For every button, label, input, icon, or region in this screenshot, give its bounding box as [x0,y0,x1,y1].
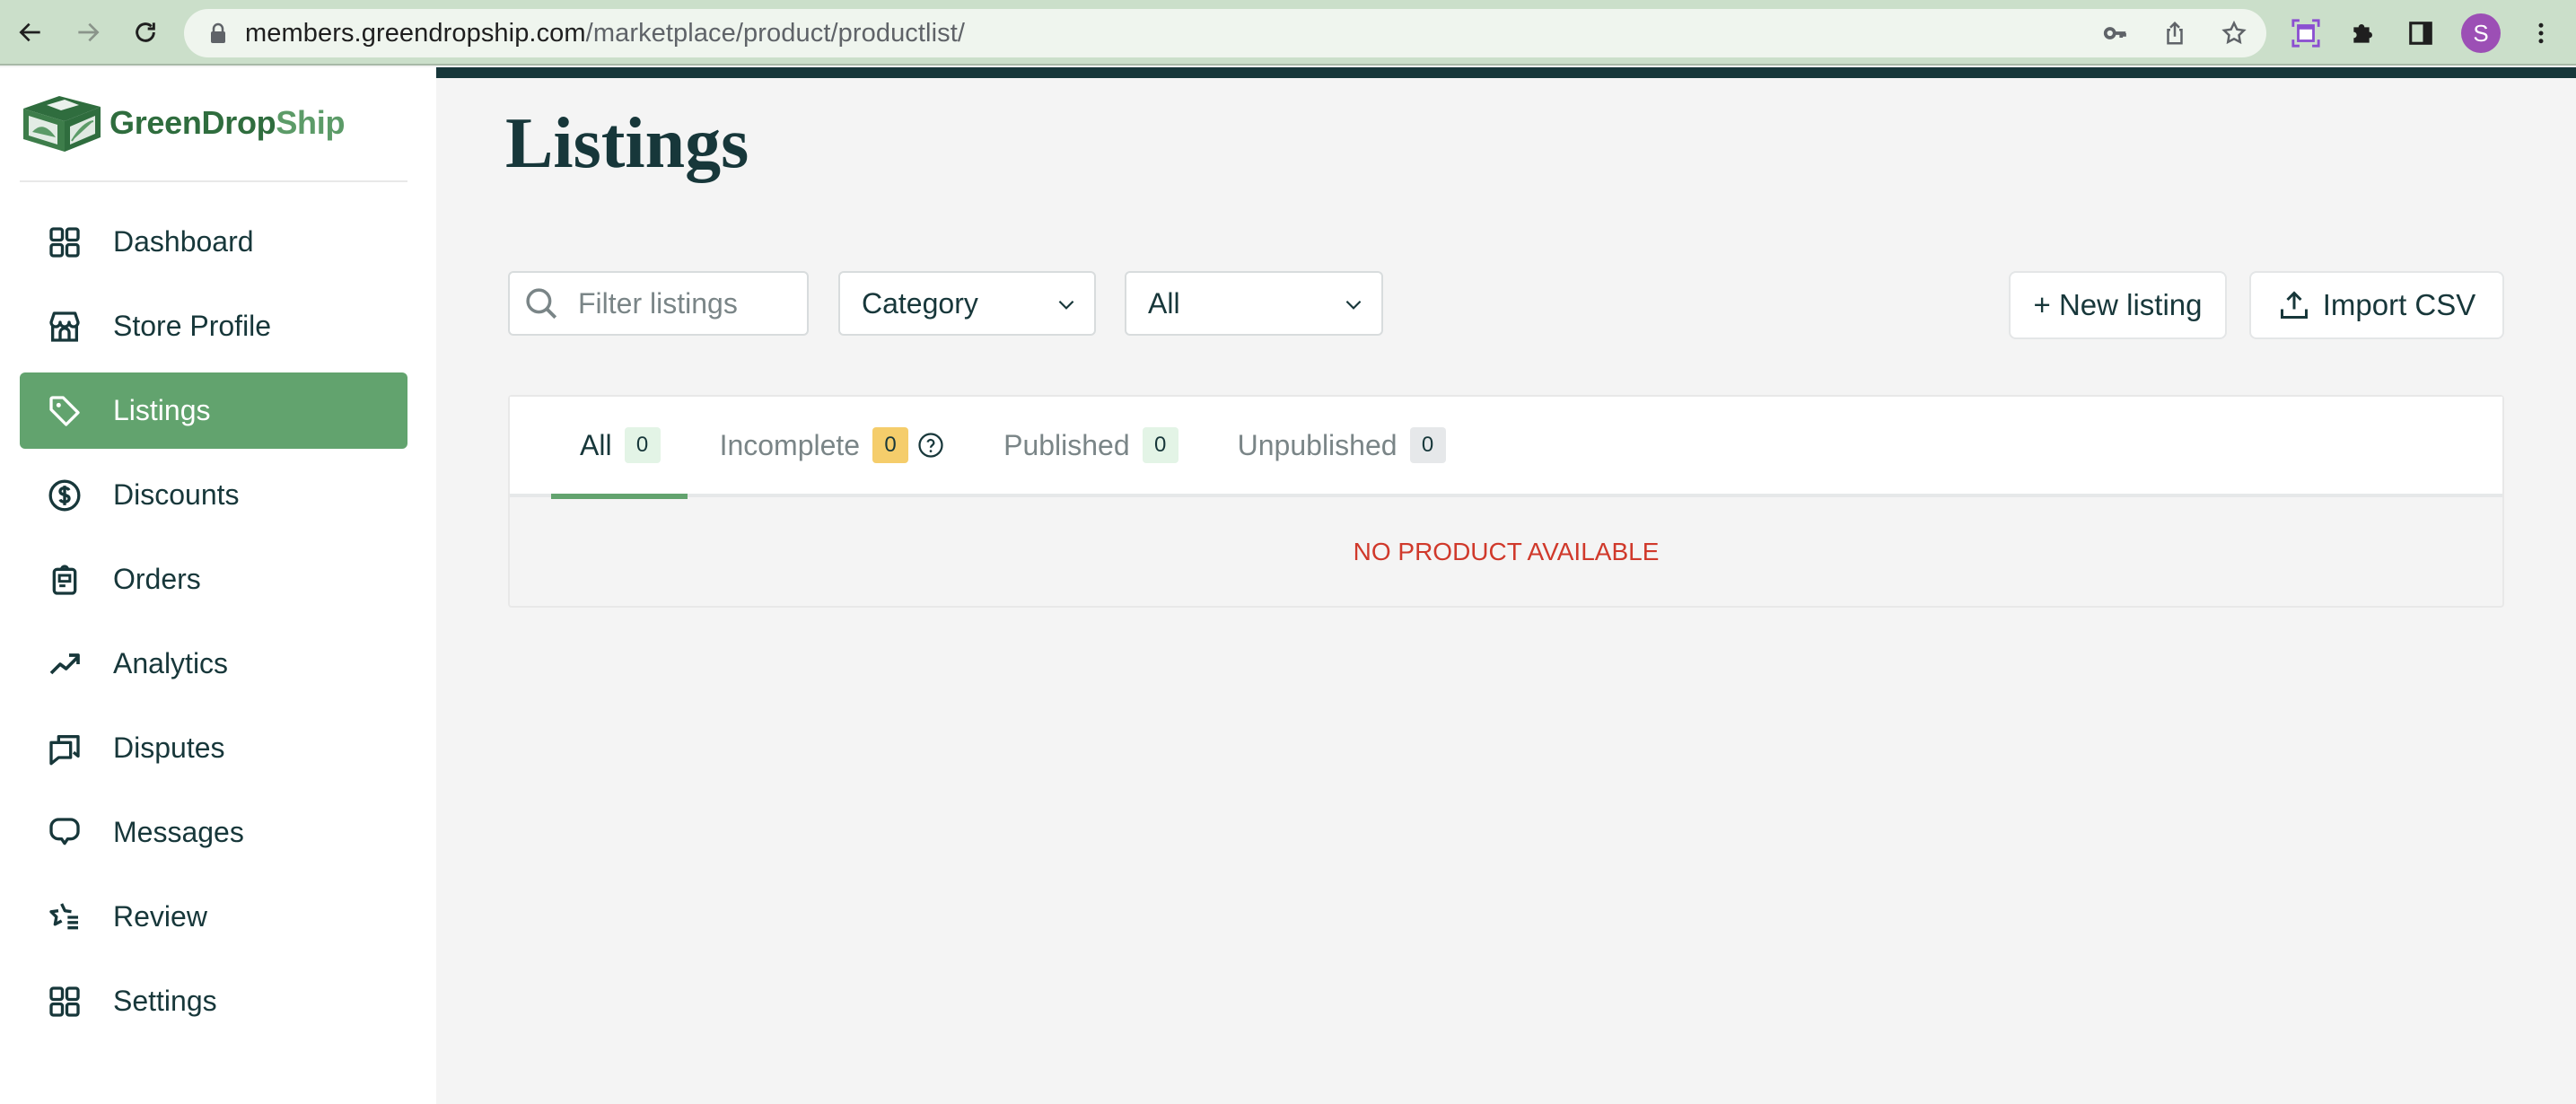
tab-published[interactable]: Published 0 [1003,395,1178,495]
status-select-value: All [1148,286,1180,320]
sidebar-item-label: Store Profile [113,310,272,342]
store-icon [47,309,83,345]
url-text: members.greendropship.com/marketplace/pr… [245,18,966,48]
sidebar-item-disputes[interactable]: Disputes [20,710,407,786]
sidebar-divider [20,180,407,182]
count-badge: 0 [1409,427,1446,463]
logo-box-icon [23,96,101,152]
sidebar-item-analytics[interactable]: Analytics [20,626,407,702]
count-badge: 0 [1142,427,1178,463]
tab-label: Unpublished [1237,428,1398,461]
status-select[interactable]: All [1125,271,1383,336]
new-listing-label: + New listing [2033,288,2203,321]
top-header-bar [436,67,2576,78]
sidebar-item-label: Messages [113,816,244,848]
reload-icon[interactable] [126,13,165,52]
category-select[interactable]: Category [838,271,1096,336]
share-icon[interactable] [2160,19,2189,48]
import-csv-label: Import CSV [2322,288,2476,321]
search-icon [526,288,557,320]
listings-card: All 0 Incomplete 0 Published 0 Unpublish… [508,395,2504,608]
help-circle-icon[interactable] [917,432,944,459]
sidebar-item-messages[interactable]: Messages [20,794,407,871]
clipboard-icon [47,562,83,598]
chevron-down-icon [1058,300,1074,310]
sidebar-item-review[interactable]: Review [20,879,407,955]
sidebar-item-label: Discounts [113,478,240,511]
message-bubble-icon [47,815,83,851]
tab-unpublished[interactable]: Unpublished 0 [1238,395,1446,495]
sidebar-item-label: Dashboard [113,225,254,258]
extensions-icon[interactable] [2346,16,2380,50]
upload-icon [2280,291,2308,319]
tab-incomplete[interactable]: Incomplete 0 [720,395,945,495]
sidebar-item-label: Settings [113,985,217,1017]
grid-icon [47,224,83,260]
star-icon[interactable] [2220,19,2248,48]
sidebar-item-label: Review [113,900,207,933]
tab-all[interactable]: All 0 [551,395,687,499]
search-field[interactable] [508,271,809,336]
key-icon[interactable] [2101,19,2130,48]
tag-icon [47,393,83,429]
chevron-down-icon [1345,300,1362,310]
sidebar-item-settings[interactable]: Settings [20,963,407,1039]
side-panel-icon[interactable] [2404,16,2438,50]
empty-state-message: NO PRODUCT AVAILABLE [1353,537,1660,565]
sidebar-item-orders[interactable]: Orders [20,541,407,618]
sidebar-item-dashboard[interactable]: Dashboard [20,204,407,280]
new-listing-button[interactable]: + New listing [2009,271,2227,339]
star-list-icon [47,899,83,935]
back-arrow-icon[interactable] [11,13,50,52]
grid-icon [47,984,83,1020]
avatar[interactable]: S [2461,13,2501,53]
sidebar-item-label: Analytics [113,647,229,679]
sidebar: GreenDropShip Dashboard Store Profile Li… [0,67,436,1104]
address-bar[interactable]: members.greendropship.com/marketplace/pr… [184,9,2266,57]
trending-up-icon [47,646,83,682]
tab-label: Incomplete [719,428,861,461]
sidebar-item-label: Disputes [113,732,225,764]
category-select-value: Category [862,286,978,320]
brand-name: GreenDropShip [110,104,346,141]
dollar-circle-icon [47,478,83,513]
sidebar-item-listings[interactable]: Listings [20,372,407,449]
count-badge: 0 [624,427,661,463]
chat-bubbles-icon [47,731,83,767]
screen-capture-icon[interactable] [2289,16,2323,50]
browser-toolbar: members.greendropship.com/marketplace/pr… [0,0,2576,66]
sidebar-nav: Dashboard Store Profile Listings Discoun… [20,204,407,1047]
sidebar-item-store-profile[interactable]: Store Profile [20,288,407,364]
forward-arrow-icon[interactable] [68,13,108,52]
kebab-menu-icon[interactable] [2524,16,2558,50]
sidebar-item-label: Listings [113,394,211,426]
page-title: Listings [505,104,749,183]
count-badge: 0 [872,427,909,463]
sidebar-item-label: Orders [113,563,201,595]
import-csv-button[interactable]: Import CSV [2249,271,2504,339]
listing-tabs: All 0 Incomplete 0 Published 0 Unpublish… [510,395,2502,499]
tab-label: Published [1003,428,1130,461]
lock-icon [211,22,225,43]
sidebar-item-discounts[interactable]: Discounts [20,457,407,533]
search-input[interactable] [578,286,793,320]
tab-label: All [580,428,612,461]
brand-logo[interactable]: GreenDropShip [20,92,345,153]
